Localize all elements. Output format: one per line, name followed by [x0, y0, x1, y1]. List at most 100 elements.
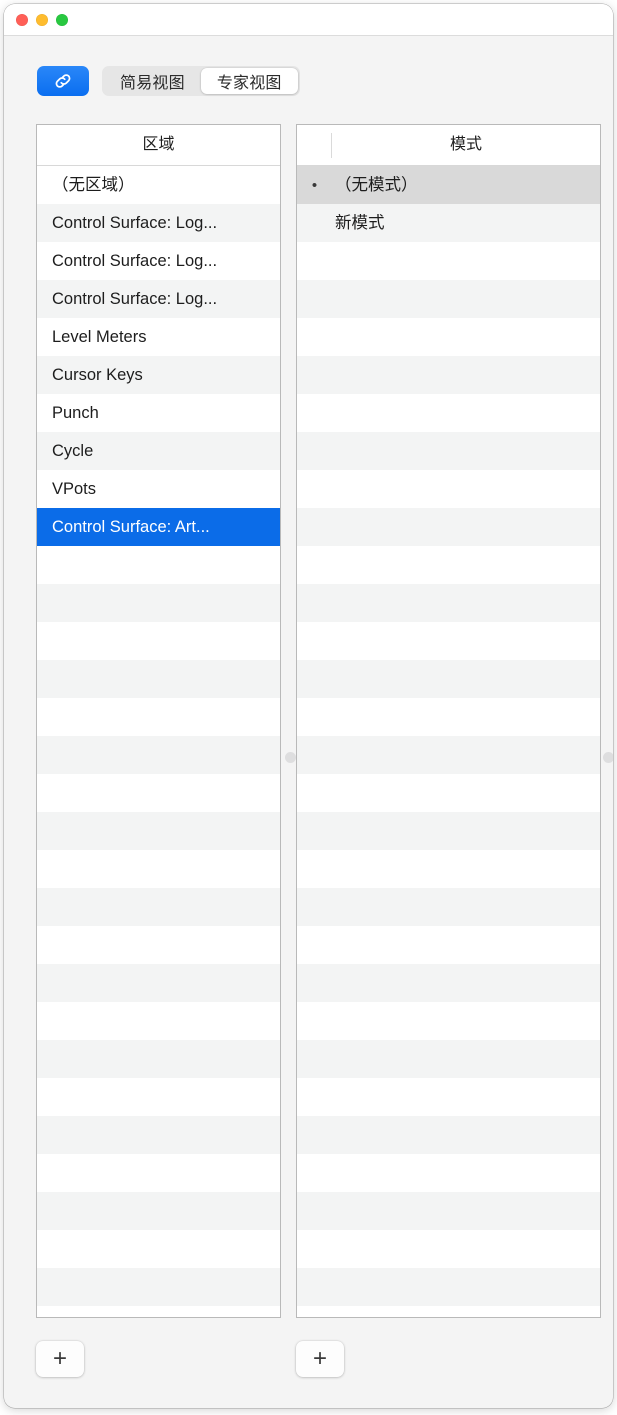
list-item-empty[interactable]	[297, 432, 600, 470]
list-item-label: Control Surface: Art...	[52, 518, 210, 536]
view-mode-segmented-control[interactable]: 简易视图 专家视图	[102, 66, 300, 96]
link-chain-icon	[52, 70, 74, 92]
list-item-empty[interactable]	[297, 584, 600, 622]
list-item-empty[interactable]	[297, 812, 600, 850]
list-item-empty[interactable]	[297, 394, 600, 432]
close-button[interactable]	[16, 14, 28, 26]
minimize-button[interactable]	[36, 14, 48, 26]
list-item-empty[interactable]	[37, 698, 280, 736]
list-item-label: VPots	[52, 480, 97, 498]
list-item-empty[interactable]	[297, 1268, 600, 1306]
list-item-empty[interactable]	[297, 964, 600, 1002]
list-item-empty[interactable]	[297, 660, 600, 698]
list-item-empty[interactable]	[37, 812, 280, 850]
list-item-empty[interactable]	[297, 280, 600, 318]
list-item-empty[interactable]	[37, 546, 280, 584]
list-item-empty[interactable]	[297, 736, 600, 774]
toolbar: 简易视图 专家视图	[4, 36, 613, 108]
list-item-empty[interactable]	[37, 1154, 280, 1192]
list-item[interactable]: Control Surface: Log...	[37, 242, 280, 280]
list-item-empty[interactable]	[297, 774, 600, 812]
list-item-empty[interactable]	[37, 1230, 280, 1268]
list-item-empty[interactable]	[297, 926, 600, 964]
list-item-empty[interactable]	[37, 1116, 280, 1154]
list-item-empty[interactable]	[37, 1268, 280, 1306]
zone-list-panel: 区域 （无区域） Control Surface: Log... Control S…	[36, 124, 281, 1318]
list-item-empty[interactable]	[37, 1078, 280, 1116]
list-item-label: Cursor Keys	[52, 366, 143, 384]
list-item-empty[interactable]	[37, 774, 280, 812]
list-item-empty[interactable]	[37, 888, 280, 926]
list-item[interactable]: Cycle	[37, 432, 280, 470]
list-item-empty[interactable]	[297, 546, 600, 584]
list-item-empty[interactable]	[297, 242, 600, 280]
list-item-empty[interactable]	[297, 318, 600, 356]
list-item-empty[interactable]	[37, 660, 280, 698]
list-item-empty[interactable]	[37, 1192, 280, 1230]
list-item-label: （无模式）	[335, 176, 418, 194]
list-item-empty[interactable]	[297, 356, 600, 394]
list-item-empty[interactable]	[37, 622, 280, 660]
list-item-empty[interactable]	[297, 622, 600, 660]
list-item[interactable]: Level Meters	[37, 318, 280, 356]
traffic-light-group	[16, 14, 68, 26]
mode-column-header: 模式	[449, 136, 482, 153]
zone-list-header: 区域	[37, 125, 280, 166]
list-item-empty[interactable]	[37, 850, 280, 888]
list-item-label: （无区域）	[52, 176, 135, 194]
list-item-empty[interactable]	[37, 1002, 280, 1040]
list-item-empty[interactable]	[297, 1154, 600, 1192]
list-item-label: 新模式	[335, 214, 385, 232]
list-item[interactable]: Punch	[37, 394, 280, 432]
list-item[interactable]: VPots	[37, 470, 280, 508]
list-item-empty[interactable]	[297, 508, 600, 546]
split-view: 区域 （无区域） Control Surface: Log... Control S…	[4, 108, 613, 1408]
list-item-empty[interactable]	[297, 1116, 600, 1154]
list-item-label: Control Surface: Log...	[52, 290, 218, 308]
list-item[interactable]: Control Surface: Log...	[37, 280, 280, 318]
zoom-button[interactable]	[56, 14, 68, 26]
list-item-empty[interactable]	[297, 1192, 600, 1230]
add-mode-button[interactable]: +	[296, 1341, 344, 1377]
add-zone-button[interactable]: +	[36, 1341, 84, 1377]
tab-expert-view[interactable]: 专家视图	[200, 68, 298, 94]
list-item-empty[interactable]	[37, 1040, 280, 1078]
list-item[interactable]: 新模式	[297, 204, 600, 242]
list-item[interactable]: • （无模式）	[297, 166, 600, 204]
list-item-empty[interactable]	[37, 926, 280, 964]
list-item[interactable]: Cursor Keys	[37, 356, 280, 394]
list-item-label: Level Meters	[52, 328, 147, 346]
list-item[interactable]: （无区域）	[37, 166, 280, 204]
list-item-empty[interactable]	[297, 1002, 600, 1040]
list-item[interactable]: Control Surface: Art...	[37, 508, 280, 546]
split-divider-grip-right[interactable]	[603, 752, 613, 763]
link-toggle-button[interactable]	[37, 66, 89, 96]
list-item-empty[interactable]	[297, 1040, 600, 1078]
application-window: 简易视图 专家视图 区域 （无区域） Control Surface: Log..…	[4, 4, 613, 1408]
list-item-label: Control Surface: Log...	[52, 252, 218, 270]
list-item-empty[interactable]	[37, 584, 280, 622]
zone-list-rows[interactable]: （无区域） Control Surface: Log... Control Surf…	[37, 166, 280, 1317]
list-item-empty[interactable]	[297, 470, 600, 508]
list-item[interactable]: Control Surface: Log...	[37, 204, 280, 242]
mode-list-panel: 模式 • （无模式） 新模式	[296, 124, 601, 1318]
list-item-empty[interactable]	[297, 698, 600, 736]
mode-list-rows[interactable]: • （无模式） 新模式	[297, 166, 600, 1317]
list-item-empty[interactable]	[297, 1230, 600, 1268]
title-bar	[4, 4, 613, 36]
mode-list-header: 模式	[297, 125, 600, 166]
split-divider-grip-center[interactable]	[285, 752, 296, 763]
zone-column-header: 区域	[142, 136, 175, 153]
list-item-empty[interactable]	[37, 964, 280, 1002]
list-item-label: Control Surface: Log...	[52, 214, 218, 232]
plus-icon: +	[312, 1345, 327, 1372]
tab-simple-view[interactable]: 简易视图	[104, 68, 201, 94]
plus-icon: +	[52, 1345, 67, 1372]
list-item-label: Punch	[52, 404, 99, 422]
list-item-empty[interactable]	[297, 888, 600, 926]
list-item-empty[interactable]	[297, 1078, 600, 1116]
list-item-empty[interactable]	[297, 850, 600, 888]
bullet-icon: •	[311, 176, 318, 194]
list-item-empty[interactable]	[37, 736, 280, 774]
list-item-label: Cycle	[52, 442, 94, 460]
